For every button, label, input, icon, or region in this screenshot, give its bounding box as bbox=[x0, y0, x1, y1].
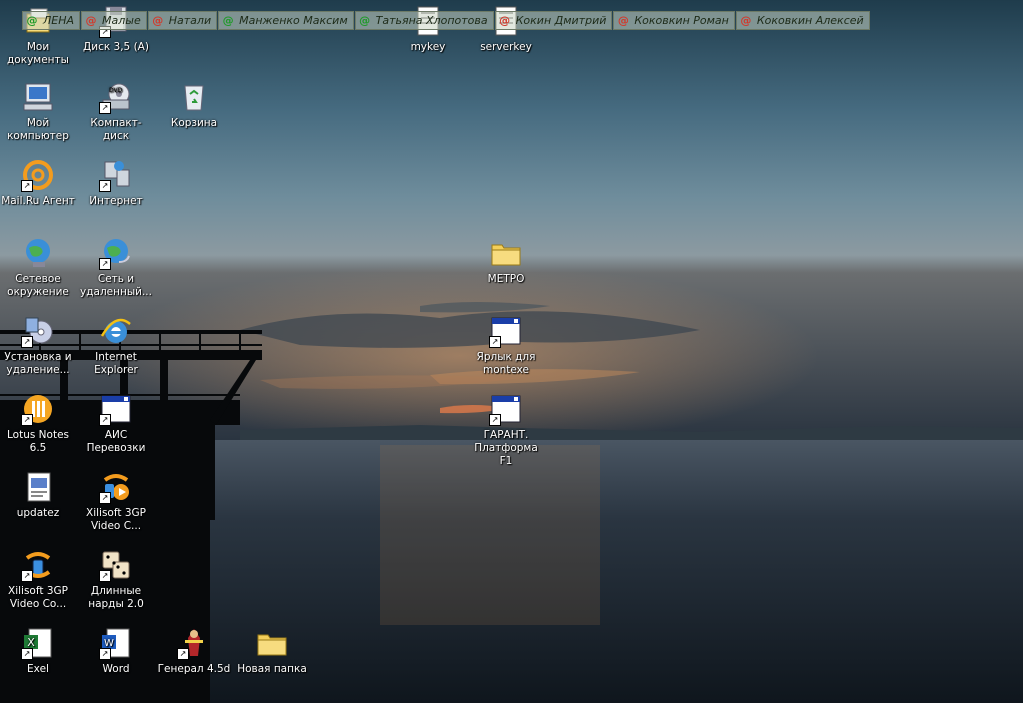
desktop-icon-garant-f1[interactable]: ↗ ГАРАНТ. Платформа F1 bbox=[468, 392, 544, 468]
shortcut-arrow-icon: ↗ bbox=[489, 414, 501, 426]
agent-contact-name: Кокин Дмитрий bbox=[515, 14, 607, 27]
shortcut-arrow-icon: ↗ bbox=[99, 180, 111, 192]
shortcut-arrow-icon: ↗ bbox=[21, 336, 33, 348]
general-game-icon: ↗ bbox=[177, 626, 211, 660]
agent-contact-0[interactable]: @ ЛЕНА bbox=[22, 11, 81, 30]
agent-contact-6[interactable]: @ Коковкин Роман bbox=[613, 11, 735, 30]
desktop-icon-new-folder[interactable]: Новая папка bbox=[234, 626, 310, 676]
shortcut-arrow-icon: ↗ bbox=[177, 648, 189, 660]
script-file-icon bbox=[21, 470, 55, 504]
desktop-icon-dvd-drive[interactable]: DVD ↗ Компакт-диск bbox=[78, 80, 154, 143]
agent-contact-name: Натали bbox=[168, 14, 212, 27]
agent-contact-name: Коковкин Алексей bbox=[756, 14, 864, 27]
folder-icon bbox=[489, 236, 523, 270]
desktop-icon-add-remove-programs[interactable]: ↗ Установка и удаление... bbox=[0, 314, 76, 377]
agent-contact-name: Манженко Максим bbox=[239, 14, 348, 27]
lotus-notes-icon: ↗ bbox=[21, 392, 55, 426]
agent-contact-3[interactable]: @ Манженко Максим bbox=[218, 11, 354, 30]
network-places-icon bbox=[21, 236, 55, 270]
desktop-icon-montexe-shortcut[interactable]: ↗ Ярлык для montexe bbox=[468, 314, 544, 377]
mailru-agent-icon: ↗ bbox=[21, 158, 55, 192]
shortcut-arrow-icon: ↗ bbox=[99, 102, 111, 114]
contact-status-icon: @ bbox=[222, 13, 234, 27]
desktop-icon-updatez[interactable]: updatez bbox=[0, 470, 76, 520]
desktop-icon-network-connections[interactable]: ↗ Сеть и удаленный... bbox=[78, 236, 154, 299]
agent-contact-7[interactable]: @ Коковкин Алексей bbox=[735, 11, 870, 30]
internet-explorer-icon bbox=[99, 314, 133, 348]
folder-icon bbox=[255, 626, 289, 660]
agent-contact-name: Малые bbox=[102, 14, 141, 27]
shortcut-arrow-icon: ↗ bbox=[99, 648, 111, 660]
my-computer-icon bbox=[21, 80, 55, 114]
contact-status-icon: @ bbox=[359, 13, 371, 27]
desktop-icon-xilisoft-video[interactable]: ↗ Xilisoft 3GP Video C... bbox=[78, 470, 154, 533]
agent-contact-1[interactable]: @ Малые bbox=[81, 11, 147, 30]
desktop-icon-metro-folder[interactable]: МЕТРО bbox=[468, 236, 544, 286]
agent-contact-name: Татьяна Хлопотова bbox=[375, 14, 488, 27]
shortcut-arrow-icon: ↗ bbox=[99, 414, 111, 426]
agent-contact-2[interactable]: @ Натали bbox=[147, 11, 218, 30]
svg-text:DVD: DVD bbox=[109, 87, 123, 94]
shortcut-arrow-icon: ↗ bbox=[99, 258, 111, 270]
agent-contact-4[interactable]: @ Татьяна Хлопотова bbox=[354, 11, 494, 30]
shortcut-arrow-icon: ↗ bbox=[99, 492, 111, 504]
shortcut-arrow-icon: ↗ bbox=[99, 570, 111, 582]
shortcut-arrow-icon: ↗ bbox=[21, 570, 33, 582]
contact-status-icon: @ bbox=[26, 13, 38, 27]
desktop-icon-word[interactable]: W ↗ Word bbox=[78, 626, 154, 676]
network-connections-icon: ↗ bbox=[99, 236, 133, 270]
contact-status-icon: @ bbox=[85, 13, 97, 27]
contact-status-icon: @ bbox=[617, 13, 629, 27]
desktop-icon-lotus-notes[interactable]: ↗ Lotus Notes 6.5 bbox=[0, 392, 76, 455]
excel-icon: X ↗ bbox=[21, 626, 55, 660]
application-window-icon: ↗ bbox=[489, 314, 523, 348]
contact-status-icon: @ bbox=[152, 13, 164, 27]
agent-contact-name: ЛЕНА bbox=[43, 14, 75, 27]
desktop-icon-network-places[interactable]: Сетевое окружение bbox=[0, 236, 76, 299]
recycle-bin-icon bbox=[177, 80, 211, 114]
desktop-icon-excel[interactable]: X ↗ Exel bbox=[0, 626, 76, 676]
shortcut-arrow-icon: ↗ bbox=[489, 336, 501, 348]
desktop-icon-my-computer[interactable]: Мой компьютер bbox=[0, 80, 76, 143]
shortcut-arrow-icon: ↗ bbox=[21, 648, 33, 660]
contact-status-icon: @ bbox=[740, 13, 752, 27]
desktop-icon-mailru-agent[interactable]: ↗ Mail.Ru Агент bbox=[0, 158, 76, 208]
desktop-icon-internet-connection[interactable]: ↗ Интернет bbox=[78, 158, 154, 208]
shortcut-arrow-icon: ↗ bbox=[21, 180, 33, 192]
application-window-icon: ↗ bbox=[489, 392, 523, 426]
desktop-icon-xilisoft-converter[interactable]: ↗ Xilisoft 3GP Video Co... bbox=[0, 548, 76, 611]
shortcut-arrow-icon: ↗ bbox=[21, 414, 33, 426]
xilisoft-converter-icon: ↗ bbox=[21, 548, 55, 582]
agent-contact-5[interactable]: @ Кокин Дмитрий bbox=[494, 11, 613, 30]
desktop-icon-internet-explorer[interactable]: Internet Explorer bbox=[78, 314, 154, 377]
dvd-drive-icon: DVD ↗ bbox=[99, 80, 133, 114]
contact-status-icon: @ bbox=[499, 13, 511, 27]
desktop-icon-ais-perevozki[interactable]: ↗ АИС Перевозки bbox=[78, 392, 154, 455]
xilisoft-video-icon: ↗ bbox=[99, 470, 133, 504]
agent-contact-name: Коковкин Роман bbox=[634, 14, 729, 27]
application-window-icon: ↗ bbox=[99, 392, 133, 426]
desktop-icon-recycle-bin[interactable]: Корзина bbox=[156, 80, 232, 130]
mailru-agent-contact-bar: @ ЛЕНА @ Малые @ Натали @ Манженко Макси… bbox=[22, 11, 871, 32]
desktop-icon-general-game[interactable]: ↗ Генерал 4.5d bbox=[156, 626, 232, 676]
internet-connection-icon: ↗ bbox=[99, 158, 133, 192]
desktop-icon-backgammon[interactable]: ↗ Длинные нарды 2.0 bbox=[78, 548, 154, 611]
backgammon-icon: ↗ bbox=[99, 548, 133, 582]
word-icon: W ↗ bbox=[99, 626, 133, 660]
add-remove-programs-icon: ↗ bbox=[21, 314, 55, 348]
